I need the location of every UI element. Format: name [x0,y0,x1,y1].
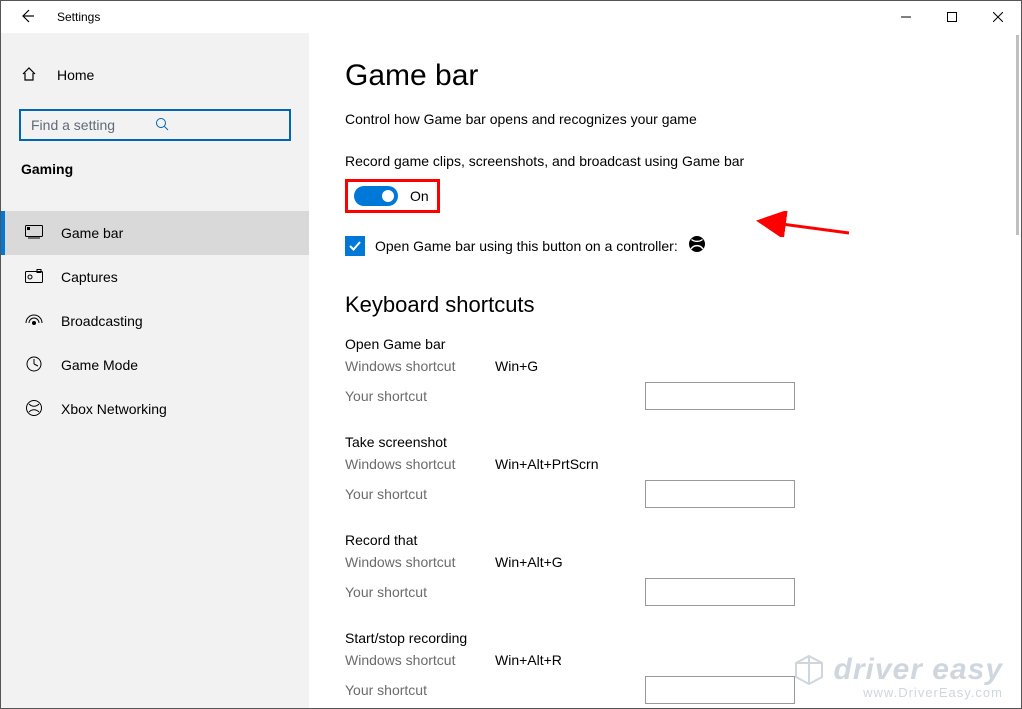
windows-shortcut-label: Windows shortcut [345,652,495,668]
keyboard-heading: Keyboard shortcuts [345,292,1021,318]
shortcut-block: Start/stop recording Windows shortcutWin+… [345,630,1021,704]
shortcut-name: Record that [345,532,1021,548]
shortcut-block: Take screenshot Windows shortcutWin+Alt+P… [345,434,1021,508]
your-shortcut-input[interactable] [645,578,795,606]
windows-shortcut-value: Win+Alt+PrtScrn [495,456,598,472]
windows-shortcut-value: Win+Alt+R [495,652,562,668]
sidebar-item-label: Xbox Networking [61,401,167,417]
sidebar-item-label: Broadcasting [61,313,143,329]
search-icon [155,117,279,134]
main-panel: Game bar Control how Game bar opens and … [309,33,1021,708]
scrollbar[interactable] [1016,35,1019,235]
shortcut-block: Record that Windows shortcutWin+Alt+GYour… [345,532,1021,606]
gamemode-icon [25,355,43,376]
search-input[interactable]: Find a setting [19,109,291,141]
your-shortcut-label: Your shortcut [345,388,495,404]
captures-icon [25,269,43,286]
titlebar: Settings [1,1,1021,33]
windows-shortcut-label: Windows shortcut [345,554,495,570]
sidebar-item-xbox[interactable]: Xbox Networking [1,387,309,431]
toggle-state: On [410,188,429,204]
home-link[interactable]: Home [1,59,309,91]
home-icon [21,66,37,85]
gamebar-icon [25,225,43,242]
maximize-button[interactable] [929,1,975,33]
your-shortcut-label: Your shortcut [345,682,495,698]
sidebar-item-gamebar[interactable]: Game bar [1,211,309,255]
annotation-highlight: On [345,179,440,213]
sidebar-item-label: Game bar [61,225,123,241]
page-title: Game bar [345,59,1021,93]
your-shortcut-label: Your shortcut [345,584,495,600]
xbox-icon [25,399,43,420]
xbox-logo-icon [688,235,706,256]
minimize-button[interactable] [883,1,929,33]
windows-shortcut-label: Windows shortcut [345,358,495,374]
shortcut-name: Start/stop recording [345,630,1021,646]
sidebar: Home Find a setting Gaming Game bar Capt… [1,33,309,708]
windows-shortcut-label: Windows shortcut [345,456,495,472]
windows-shortcut-value: Win+G [495,358,538,374]
your-shortcut-input[interactable] [645,480,795,508]
checkbox-label: Open Game bar using this button on a con… [375,238,678,254]
sidebar-item-gamemode[interactable]: Game Mode [1,343,309,387]
sidebar-item-captures[interactable]: Captures [1,255,309,299]
gamebar-toggle[interactable] [354,186,398,206]
toggle-label: Record game clips, screenshots, and broa… [345,153,1021,169]
shortcut-block: Open Game bar Windows shortcutWin+GYour s… [345,336,1021,410]
back-button[interactable] [19,8,35,27]
sidebar-item-broadcasting[interactable]: Broadcasting [1,299,309,343]
search-placeholder: Find a setting [31,117,155,133]
shortcut-name: Take screenshot [345,434,1021,450]
shortcut-name: Open Game bar [345,336,1021,352]
page-subtitle: Control how Game bar opens and recognize… [345,111,1021,127]
home-label: Home [57,67,94,83]
section-heading: Gaming [1,161,309,177]
sidebar-item-label: Game Mode [61,357,138,373]
controller-checkbox[interactable] [345,236,365,256]
annotation-arrow-icon [749,211,859,237]
your-shortcut-label: Your shortcut [345,486,495,502]
window-title: Settings [57,10,100,24]
broadcasting-icon [25,312,43,331]
your-shortcut-input[interactable] [645,676,795,704]
settings-window: Settings Home Find a setting [0,0,1022,709]
your-shortcut-input[interactable] [645,382,795,410]
windows-shortcut-value: Win+Alt+G [495,554,563,570]
close-button[interactable] [975,1,1021,33]
sidebar-item-label: Captures [61,269,118,285]
